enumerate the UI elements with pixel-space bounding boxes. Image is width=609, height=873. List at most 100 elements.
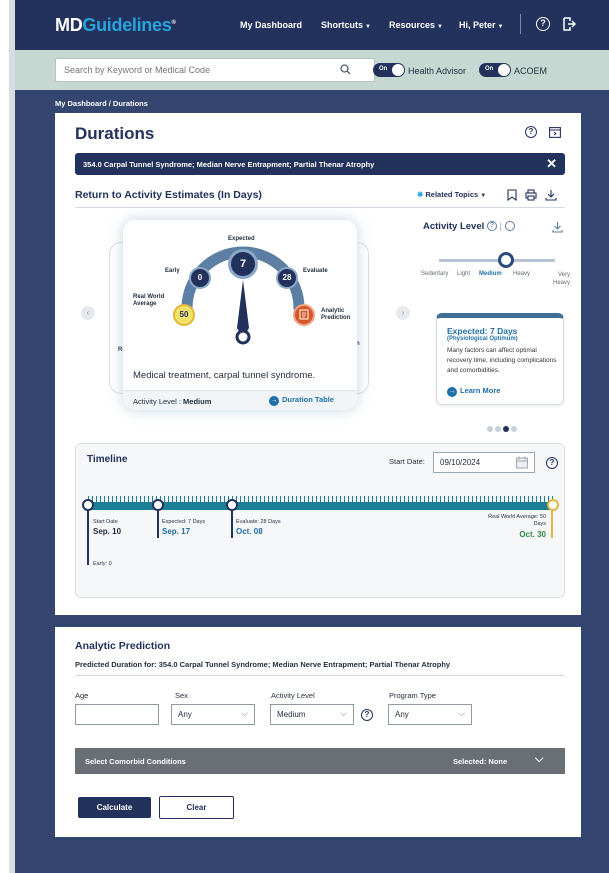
related-topics-icon: ❋ xyxy=(417,190,424,199)
help-icon[interactable]: ? xyxy=(486,221,497,232)
calculate-button[interactable]: Calculate xyxy=(78,797,151,818)
treatment-caption: Medical treatment, carpal tunnel syndrom… xyxy=(133,370,316,381)
carousel-next-button[interactable]: › xyxy=(396,306,410,320)
level-sedentary[interactable]: Sedentary xyxy=(421,271,448,277)
app-frame: MDGuidelines® My Dashboard Shortcuts ▼ Re… xyxy=(9,0,609,873)
comorbid-conditions-dropdown[interactable]: Select Comorbid Conditions Selected: Non… xyxy=(75,748,565,774)
carousel-prev-button[interactable]: ‹ xyxy=(81,306,95,320)
durations-card: Durations ? 354.0 Carpal Tunnel Syndrome… xyxy=(55,113,581,615)
logo[interactable]: MDGuidelines® xyxy=(55,15,176,36)
chevron-down-icon: ⌵ xyxy=(535,753,544,765)
duration-table-link[interactable]: → Duration Table xyxy=(269,395,334,406)
export-icon[interactable] xyxy=(549,125,561,143)
acoem-label: ACOEM xyxy=(514,66,548,76)
help-icon[interactable]: ? xyxy=(546,457,558,469)
top-nav: MDGuidelines® My Dashboard Shortcuts ▼ Re… xyxy=(15,0,609,50)
start-date-input[interactable]: 09/10/2024 xyxy=(433,452,535,473)
health-advisor-label: Health Advisor xyxy=(408,66,467,76)
search-icon[interactable] xyxy=(340,62,351,80)
search-input[interactable] xyxy=(55,58,375,82)
settings-icon[interactable] xyxy=(504,221,515,232)
level-medium[interactable]: Medium xyxy=(479,271,502,277)
page-title: Durations xyxy=(75,124,155,143)
help-icon[interactable]: ? xyxy=(361,709,373,721)
calendar-icon[interactable] xyxy=(516,456,528,471)
timeline-evaluate-node[interactable] xyxy=(226,499,238,511)
program-type-select[interactable]: Any ⌵ xyxy=(388,704,472,725)
comorbid-selected: Selected: None xyxy=(453,757,508,766)
activity-slider-handle[interactable] xyxy=(498,252,514,268)
timeline-rwa-node[interactable] xyxy=(547,499,559,511)
print-icon[interactable] xyxy=(525,188,537,206)
activity-level-label: Activity Level xyxy=(271,691,315,700)
carousel-dot[interactable] xyxy=(487,426,493,432)
analytic-prediction-icon[interactable] xyxy=(293,304,315,326)
carousel-dots xyxy=(487,419,519,437)
carousel-dot[interactable] xyxy=(495,426,501,432)
acoem-toggle[interactable]: On xyxy=(479,63,511,77)
clear-button[interactable]: Clear xyxy=(159,796,234,819)
bookmark-icon[interactable] xyxy=(507,188,517,206)
download-icon[interactable] xyxy=(552,220,563,238)
chevron-down-icon: ⌵ xyxy=(340,708,347,718)
sex-label: Sex xyxy=(175,691,188,700)
expected-node[interactable]: 7 xyxy=(228,249,258,279)
activity-slider-track[interactable] xyxy=(439,259,555,262)
gauge-card: Expected 7 Early 0 Evaluate 28 Real Worl… xyxy=(123,220,357,410)
age-label: Age xyxy=(75,691,89,700)
breadcrumb[interactable]: My Dashboard / Durations xyxy=(55,99,148,108)
activity-level-title: Activity Level ? | xyxy=(423,221,515,232)
analytic-title: Analytic Prediction xyxy=(75,640,171,652)
chevron-down-icon: ⌵ xyxy=(241,708,248,718)
nav-user-menu[interactable]: Hi, Peter ▼ xyxy=(459,20,503,30)
level-light[interactable]: Light xyxy=(457,271,470,277)
help-icon[interactable]: ? xyxy=(525,126,537,138)
estimates-title: Return to Activity Estimates (In Days) xyxy=(75,189,262,201)
age-input[interactable] xyxy=(75,704,159,725)
diagnosis-banner: 354.0 Carpal Tunnel Syndrome; Median Ner… xyxy=(75,153,565,175)
rwa-date-text: Oct. 30 xyxy=(519,530,546,539)
early-node[interactable]: 0 xyxy=(189,267,211,289)
carousel-dot-active[interactable] xyxy=(503,426,509,432)
level-very-heavy[interactable]: Very Heavy xyxy=(544,271,570,287)
caret-icon: ▼ xyxy=(365,24,371,30)
download-icon[interactable] xyxy=(545,188,557,206)
evaluate-date-text: Oct. 08 xyxy=(236,527,263,536)
health-advisor-toggle[interactable]: On xyxy=(373,63,405,77)
gauge-footer: Activity Level : Medium → Duration Table xyxy=(123,390,357,410)
nav-resources[interactable]: Resources ▼ xyxy=(389,20,443,30)
level-heavy[interactable]: Heavy xyxy=(513,271,530,277)
activity-level-text: Activity Level : Medium xyxy=(133,397,212,406)
arrow-circle-icon: → xyxy=(269,396,279,406)
logout-icon[interactable] xyxy=(562,17,577,36)
help-icon[interactable]: ? xyxy=(536,17,550,31)
timeline-panel: Timeline Start Date: 09/10/2024 ? Start … xyxy=(75,443,565,598)
analytic-subtitle: Predicted Duration for: 354.0 Carpal Tun… xyxy=(75,660,451,669)
caret-icon: ▼ xyxy=(437,24,443,30)
evaluate-node[interactable]: 28 xyxy=(276,267,298,289)
expected-info-card: Expected: 7 Days (Physiological Optimum)… xyxy=(436,313,564,405)
nav-divider xyxy=(520,14,521,34)
related-topics-dropdown[interactable]: ❋ Related Topics ▼ xyxy=(417,190,486,199)
diagnosis-text: 354.0 Carpal Tunnel Syndrome; Median Ner… xyxy=(83,160,375,169)
start-date-text: Sep. 10 xyxy=(93,527,122,536)
start-date-label: Start Date: xyxy=(389,457,425,466)
early-label: Early: 0 xyxy=(93,561,112,567)
nav-dashboard[interactable]: My Dashboard xyxy=(240,20,302,30)
timeline-expected-node[interactable] xyxy=(152,499,164,511)
chevron-down-icon: ⌵ xyxy=(458,708,465,718)
arrow-circle-icon: → xyxy=(447,387,457,397)
real-world-average-node[interactable]: 50 xyxy=(173,304,195,326)
program-type-label: Program Type xyxy=(389,691,436,700)
timeline-start-node[interactable] xyxy=(82,499,94,511)
expected-date-text: Sep. 17 xyxy=(162,527,191,536)
caret-icon: ▼ xyxy=(480,193,487,199)
search-bar: On Health Advisor On ACOEM xyxy=(15,50,609,90)
timeline-title: Timeline xyxy=(87,454,128,465)
close-icon[interactable]: ✕ xyxy=(546,156,557,172)
sex-select[interactable]: Any ⌵ xyxy=(171,704,255,725)
nav-shortcuts[interactable]: Shortcuts ▼ xyxy=(321,20,371,30)
learn-more-link[interactable]: → Learn More xyxy=(447,386,500,397)
carousel-dot[interactable] xyxy=(511,426,517,432)
activity-level-select[interactable]: Medium ⌵ xyxy=(270,704,354,725)
